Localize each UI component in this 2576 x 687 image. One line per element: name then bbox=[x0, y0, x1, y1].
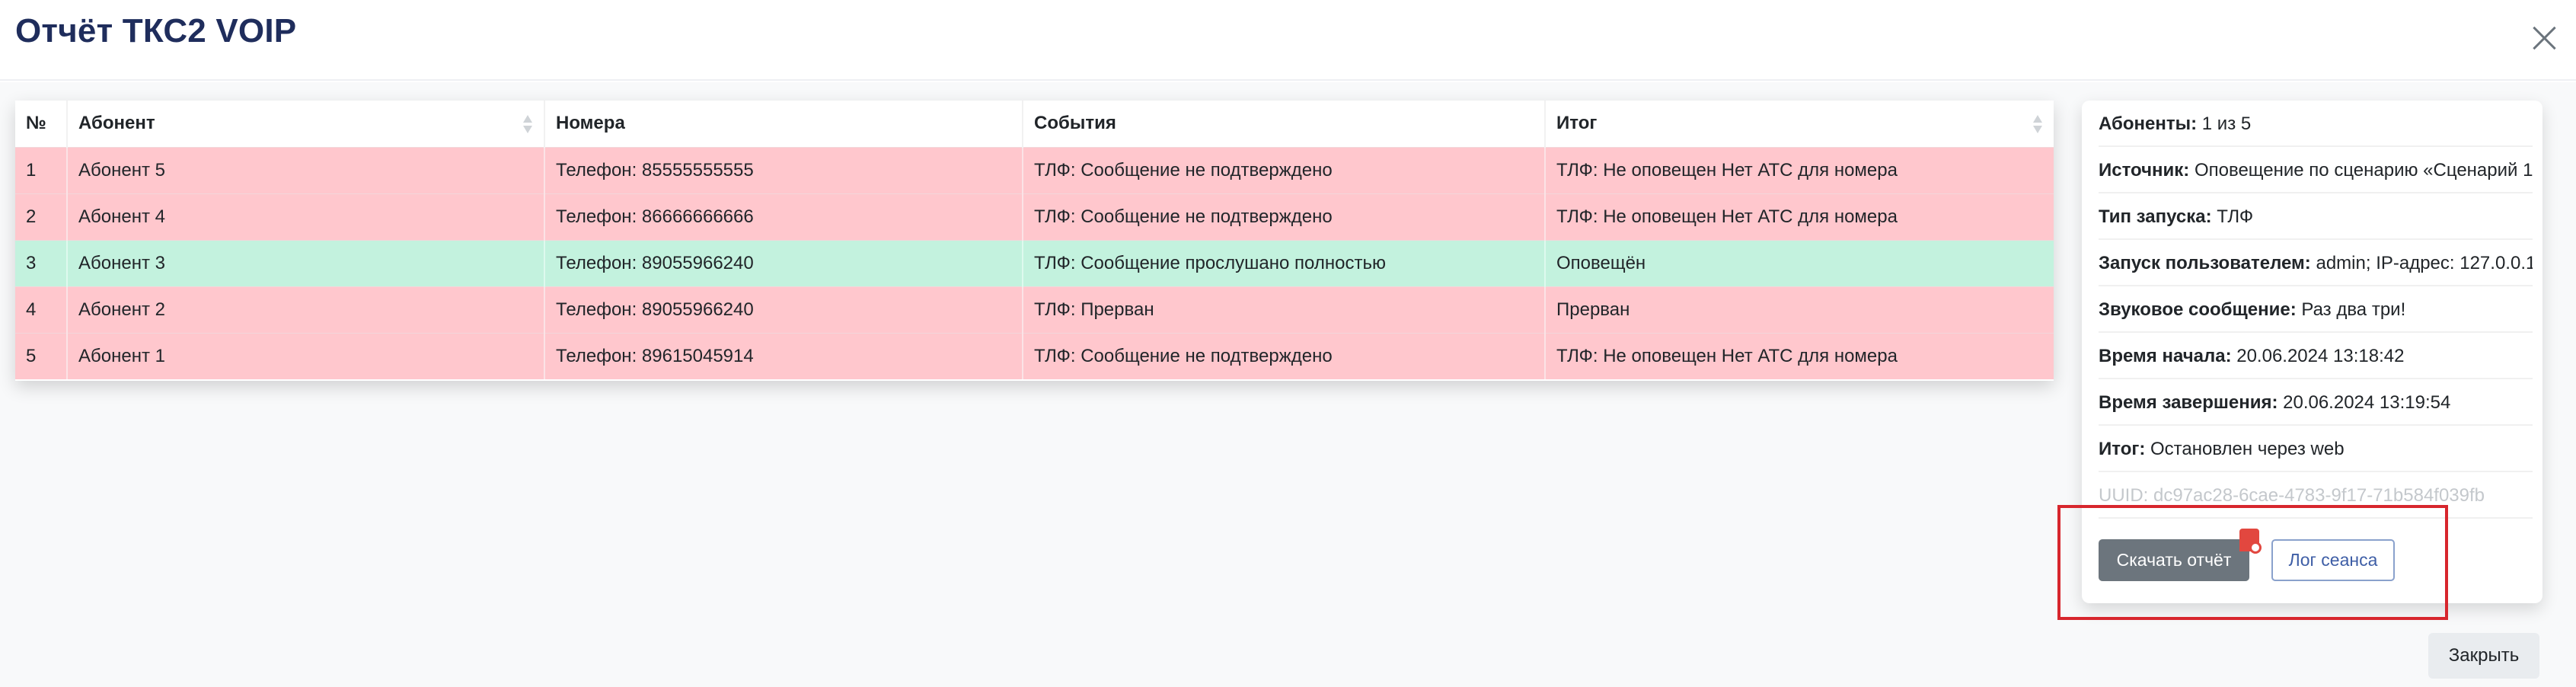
info-subscribers: Абоненты: 1 из 5 bbox=[2099, 101, 2533, 147]
info-label: Время начала: bbox=[2099, 346, 2232, 366]
modal-title: Отчёт ТКС2 VOIP bbox=[15, 12, 297, 50]
info-value: Остановлен через web bbox=[2150, 439, 2345, 459]
cell-numbers: Телефон: 85555555555 bbox=[544, 146, 1023, 193]
cell-result: Оповещён bbox=[1545, 239, 2054, 286]
column-header-subscriber[interactable]: Абонент bbox=[67, 101, 545, 147]
cell-result: ТЛФ: Не оповещен Нет АТС для номера bbox=[1545, 332, 2054, 379]
cell-number: 2 bbox=[15, 193, 68, 240]
cell-number: 1 bbox=[15, 146, 68, 193]
modal-header: Отчёт ТКС2 VOIP bbox=[0, 0, 2576, 81]
table-row[interactable]: 1 Абонент 5 Телефон: 85555555555 ТЛФ: Со… bbox=[15, 146, 2054, 193]
column-header-events: События bbox=[1023, 101, 1546, 147]
info-label: Тип запуска: bbox=[2099, 206, 2212, 227]
info-value: 1 из 5 bbox=[2201, 113, 2252, 134]
info-value: Раз два три! bbox=[2301, 299, 2406, 320]
table-row[interactable]: 2 Абонент 4 Телефон: 86666666666 ТЛФ: Со… bbox=[15, 193, 2054, 240]
session-log-button[interactable]: Лог сеанса bbox=[2271, 539, 2395, 581]
info-result: Итог: Остановлен через web bbox=[2099, 426, 2533, 472]
cell-subscriber: Абонент 2 bbox=[67, 286, 545, 333]
download-report-button[interactable]: Скачать отчёт bbox=[2099, 539, 2249, 581]
info-label: Звуковое сообщение: bbox=[2099, 299, 2297, 320]
close-button[interactable]: Закрыть bbox=[2428, 633, 2539, 679]
cell-numbers: Телефон: 86666666666 bbox=[544, 193, 1023, 240]
column-header-label: Абонент bbox=[78, 113, 155, 134]
cell-result: ТЛФ: Не оповещен Нет АТС для номера bbox=[1545, 146, 2054, 193]
info-launched-by: Запуск пользователем: admin; IP-адрес: 1… bbox=[2099, 240, 2533, 286]
table-header-row: № Абонент Номера События Итог bbox=[15, 101, 2054, 147]
info-start-time: Время начала: 20.06.2024 13:18:42 bbox=[2099, 333, 2533, 379]
session-info-card: Абоненты: 1 из 5 Источник: Оповещение по… bbox=[2082, 101, 2542, 603]
info-label: Запуск пользователем: bbox=[2099, 253, 2311, 273]
cell-events: ТЛФ: Сообщение не подтверждено bbox=[1023, 146, 1546, 193]
report-table: № Абонент Номера События Итог 1 Абонент … bbox=[15, 101, 2054, 379]
cell-subscriber: Абонент 4 bbox=[67, 193, 545, 240]
cell-subscriber: Абонент 3 bbox=[67, 239, 545, 286]
cell-numbers: Телефон: 89615045914 bbox=[544, 332, 1023, 379]
column-header-result[interactable]: Итог bbox=[1545, 101, 2054, 147]
pdf-file-icon bbox=[2239, 529, 2262, 554]
column-header-number: № bbox=[15, 101, 68, 147]
cell-number: 5 bbox=[15, 332, 68, 379]
table-row[interactable]: 5 Абонент 1 Телефон: 89615045914 ТЛФ: Со… bbox=[15, 332, 2054, 379]
info-label: Источник: bbox=[2099, 160, 2190, 181]
cell-result: ТЛФ: Не оповещен Нет АТС для номера bbox=[1545, 193, 2054, 240]
info-source: Источник: Оповещение по сценарию «Сценар… bbox=[2099, 147, 2533, 193]
info-value: admin; IP-адрес: 127.0.0.1 bbox=[2316, 253, 2533, 273]
info-sound-message: Звуковое сообщение: Раз два три! bbox=[2099, 286, 2533, 333]
info-value: Оповещение по сценарию «Сценарий 1» bbox=[2194, 160, 2533, 181]
info-label: Время завершения: bbox=[2099, 392, 2278, 413]
sort-icon[interactable] bbox=[522, 115, 533, 135]
info-value: 20.06.2024 13:19:54 bbox=[2283, 392, 2451, 413]
cell-events: ТЛФ: Сообщение прослушано полностью bbox=[1023, 239, 1546, 286]
sort-icon[interactable] bbox=[2032, 115, 2043, 135]
cell-subscriber: Абонент 5 bbox=[67, 146, 545, 193]
cell-numbers: Телефон: 89055966240 bbox=[544, 239, 1023, 286]
column-header-numbers: Номера bbox=[544, 101, 1023, 147]
close-icon[interactable] bbox=[2530, 23, 2560, 53]
cell-number: 4 bbox=[15, 286, 68, 333]
info-label: Итог: bbox=[2099, 439, 2146, 459]
cell-result: Прерван bbox=[1545, 286, 2054, 333]
cell-subscriber: Абонент 1 bbox=[67, 332, 545, 379]
cell-events: ТЛФ: Сообщение не подтверждено bbox=[1023, 193, 1546, 240]
cell-numbers: Телефон: 89055966240 bbox=[544, 286, 1023, 333]
report-table-card: № Абонент Номера События Итог 1 Абонент … bbox=[15, 101, 2054, 381]
table-row[interactable]: 3 Абонент 3 Телефон: 89055966240 ТЛФ: Со… bbox=[15, 239, 2054, 286]
info-label: Абоненты: bbox=[2099, 113, 2198, 134]
info-value: ТЛФ bbox=[2217, 206, 2254, 227]
column-header-label: Итог bbox=[1556, 113, 1598, 134]
info-launch-type: Тип запуска: ТЛФ bbox=[2099, 193, 2533, 240]
table-row[interactable]: 4 Абонент 2 Телефон: 89055966240 ТЛФ: Пр… bbox=[15, 286, 2054, 333]
cell-number: 3 bbox=[15, 239, 68, 286]
info-value: 20.06.2024 13:18:42 bbox=[2236, 346, 2405, 366]
cell-events: ТЛФ: Прерван bbox=[1023, 286, 1546, 333]
info-end-time: Время завершения: 20.06.2024 13:19:54 bbox=[2099, 379, 2533, 426]
info-uuid: UUID: dc97ac28-6cae-4783-9f17-71b584f039… bbox=[2099, 472, 2533, 519]
cell-events: ТЛФ: Сообщение не подтверждено bbox=[1023, 332, 1546, 379]
